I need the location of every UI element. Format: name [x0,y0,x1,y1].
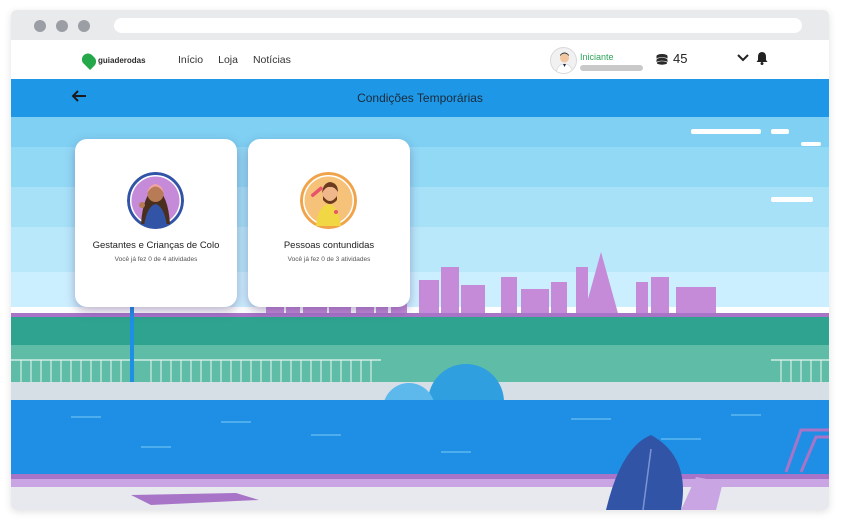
brand-logo-icon [79,50,99,71]
nav-link-loja[interactable]: Loja [218,54,238,66]
card-progress-text: Você já fez 0 de 3 atividades [287,256,371,263]
category-card-contundidas[interactable]: Pessoas contundidas Você já fez 0 de 3 a… [248,139,410,307]
coin-count: 45 [673,51,688,66]
brand-logo[interactable]: guiaderodas [79,50,146,71]
nav-link-noticias[interactable]: Notícias [253,54,291,66]
brand-name: guiaderodas [98,56,146,65]
window-minimize-dot[interactable] [56,20,68,32]
browser-chrome [11,10,829,40]
nav-link-inicio[interactable]: Início [178,54,203,66]
background-illustration: Gestantes e Crianças de Colo Você já fez… [11,117,829,510]
window-close-dot[interactable] [34,20,46,32]
card-title: Pessoas contundidas [283,240,375,251]
page-header: Condições Temporárias [11,79,829,117]
level-progress-bar [580,65,643,71]
address-bar[interactable] [114,18,802,33]
user-avatar-icon [555,52,574,73]
main-menu: Início Loja Notícias [178,54,291,66]
top-navigation: guiaderodas Início Loja Notícias Inician… [11,40,829,79]
card-title: Gestantes e Crianças de Colo [92,240,220,251]
injured-person-icon [300,172,357,229]
window-maximize-dot[interactable] [78,20,90,32]
coins-icon [656,54,668,66]
page-title: Condições Temporárias [357,91,483,105]
browser-window: guiaderodas Início Loja Notícias Inician… [11,10,829,510]
pregnant-woman-icon [127,172,184,229]
category-card-gestantes[interactable]: Gestantes e Crianças de Colo Você já fez… [75,139,237,307]
card-progress-text: Você já fez 0 de 4 atividades [114,256,198,263]
user-level: Iniciante [580,52,614,62]
bell-icon[interactable] [756,51,768,65]
user-avatar[interactable] [550,47,577,74]
chevron-down-icon[interactable] [737,53,749,63]
